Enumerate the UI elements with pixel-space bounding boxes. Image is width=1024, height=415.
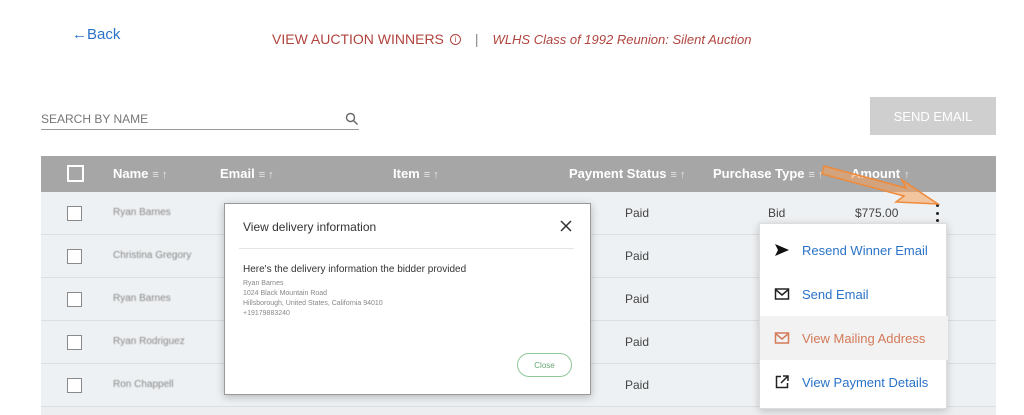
send-email-button[interactable]: SEND EMAIL	[870, 97, 996, 135]
address-street: 1024 Black Mountain Road	[243, 290, 328, 297]
address-city: Hillsborough, United States, California …	[243, 300, 383, 307]
payment-status: Paid	[625, 206, 650, 220]
payment-status: Paid	[625, 335, 650, 349]
external-link-icon	[775, 375, 789, 389]
sort-icon[interactable]: ≡ ↑	[152, 169, 167, 181]
column-header-email[interactable]: Email ≡ ↑	[220, 166, 274, 181]
header-separator: |	[474, 31, 479, 47]
payment-status: Paid	[625, 292, 650, 306]
column-header-item[interactable]: Item ≡ ↑	[393, 166, 439, 181]
row-checkbox[interactable]	[67, 292, 82, 307]
close-icon[interactable]	[559, 219, 573, 233]
column-header-purchase-type[interactable]: Purchase Type ≡ ↑	[713, 166, 824, 181]
address-phone: +19179883240	[243, 310, 290, 317]
address-name: Ryan Barnes	[243, 280, 284, 287]
winner-name: Ron Chappell	[113, 379, 174, 390]
annotation-arrow-icon	[821, 165, 941, 205]
menu-item-label: View Mailing Address	[802, 330, 926, 346]
menu-item-label: Resend Winner Email	[802, 242, 928, 258]
menu-item-label: View Payment Details	[802, 374, 929, 390]
winner-name: Ryan Barnes	[113, 207, 171, 218]
search-bar	[41, 108, 359, 130]
send-icon	[775, 244, 789, 256]
modal-title: View delivery information	[243, 220, 377, 234]
winner-name: Ryan Barnes	[113, 293, 171, 304]
row-checkbox[interactable]	[67, 378, 82, 393]
winner-name: Ryan Rodriguez	[113, 336, 185, 347]
column-header-name[interactable]: Name ≡ ↑	[113, 166, 167, 181]
sort-icon[interactable]: ≡ ↑	[671, 169, 686, 181]
search-icon[interactable]	[345, 112, 359, 126]
winner-name: Christina Gregory	[113, 250, 192, 261]
payment-status: Paid	[625, 249, 650, 263]
delivery-info-modal: View delivery information Here's the del…	[224, 203, 591, 395]
delivery-address: Ryan Barnes 1024 Black Mountain Road Hil…	[243, 279, 383, 319]
row-checkbox[interactable]	[67, 249, 82, 264]
menu-item-resend-winner-email[interactable]: Resend Winner Email	[760, 228, 948, 272]
payment-status: Paid	[625, 378, 650, 392]
modal-lead-text: Here's the delivery information the bidd…	[243, 264, 467, 275]
menu-item-view-payment-details[interactable]: View Payment Details	[760, 360, 948, 404]
menu-item-label: Send Email	[802, 286, 869, 302]
sort-icon[interactable]: ≡ ↑	[259, 169, 274, 181]
column-header-payment-status[interactable]: Payment Status ≡ ↑	[569, 166, 686, 181]
search-input[interactable]	[41, 111, 321, 126]
close-button[interactable]: Close	[517, 353, 572, 377]
sort-icon[interactable]: ≡ ↑	[424, 169, 439, 181]
row-checkbox[interactable]	[67, 206, 82, 221]
info-icon[interactable]: i	[449, 33, 461, 45]
row-actions-menu: Resend Winner Email Send Email View Mail…	[759, 223, 948, 409]
modal-divider	[239, 248, 574, 249]
envelope-icon	[774, 288, 790, 300]
envelope-icon	[774, 332, 790, 344]
menu-item-view-mailing-address[interactable]: View Mailing Address	[760, 316, 948, 360]
back-link[interactable]: ←Back	[72, 26, 120, 43]
event-subtitle: WLHS Class of 1992 Reunion: Silent Aucti…	[492, 31, 752, 47]
page-header: VIEW AUCTION WINNERS i | WLHS Class of 1…	[272, 31, 751, 47]
row-checkbox[interactable]	[67, 335, 82, 350]
page-title: VIEW AUCTION WINNERS	[272, 31, 444, 47]
menu-item-send-email[interactable]: Send Email	[760, 272, 948, 316]
select-all-checkbox[interactable]	[67, 165, 84, 182]
purchase-type: Bid	[768, 206, 786, 220]
